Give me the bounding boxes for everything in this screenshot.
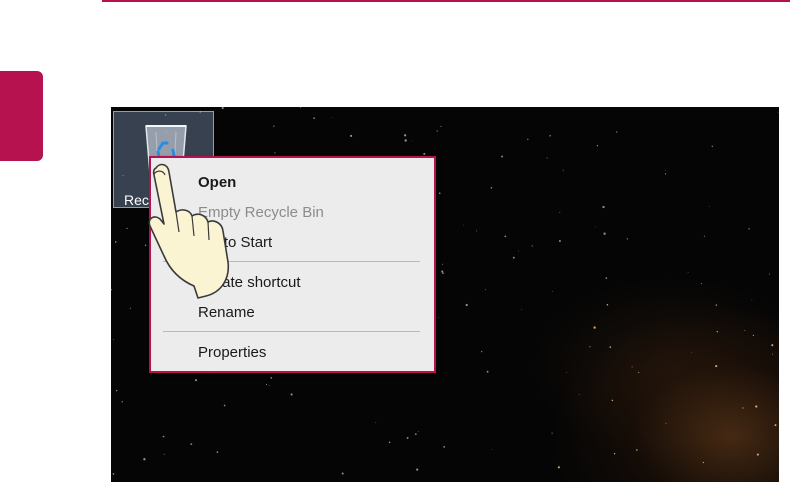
menu-separator	[163, 331, 420, 332]
manual-page: Recycle Bin Open Empty Recycle Bin Pin t…	[0, 0, 790, 504]
header-rule	[102, 0, 790, 2]
pointing-hand-icon	[148, 163, 230, 299]
menu-item-rename[interactable]: Rename	[198, 304, 255, 321]
chapter-tab	[0, 71, 43, 161]
menu-item-properties[interactable]: Properties	[198, 344, 266, 361]
